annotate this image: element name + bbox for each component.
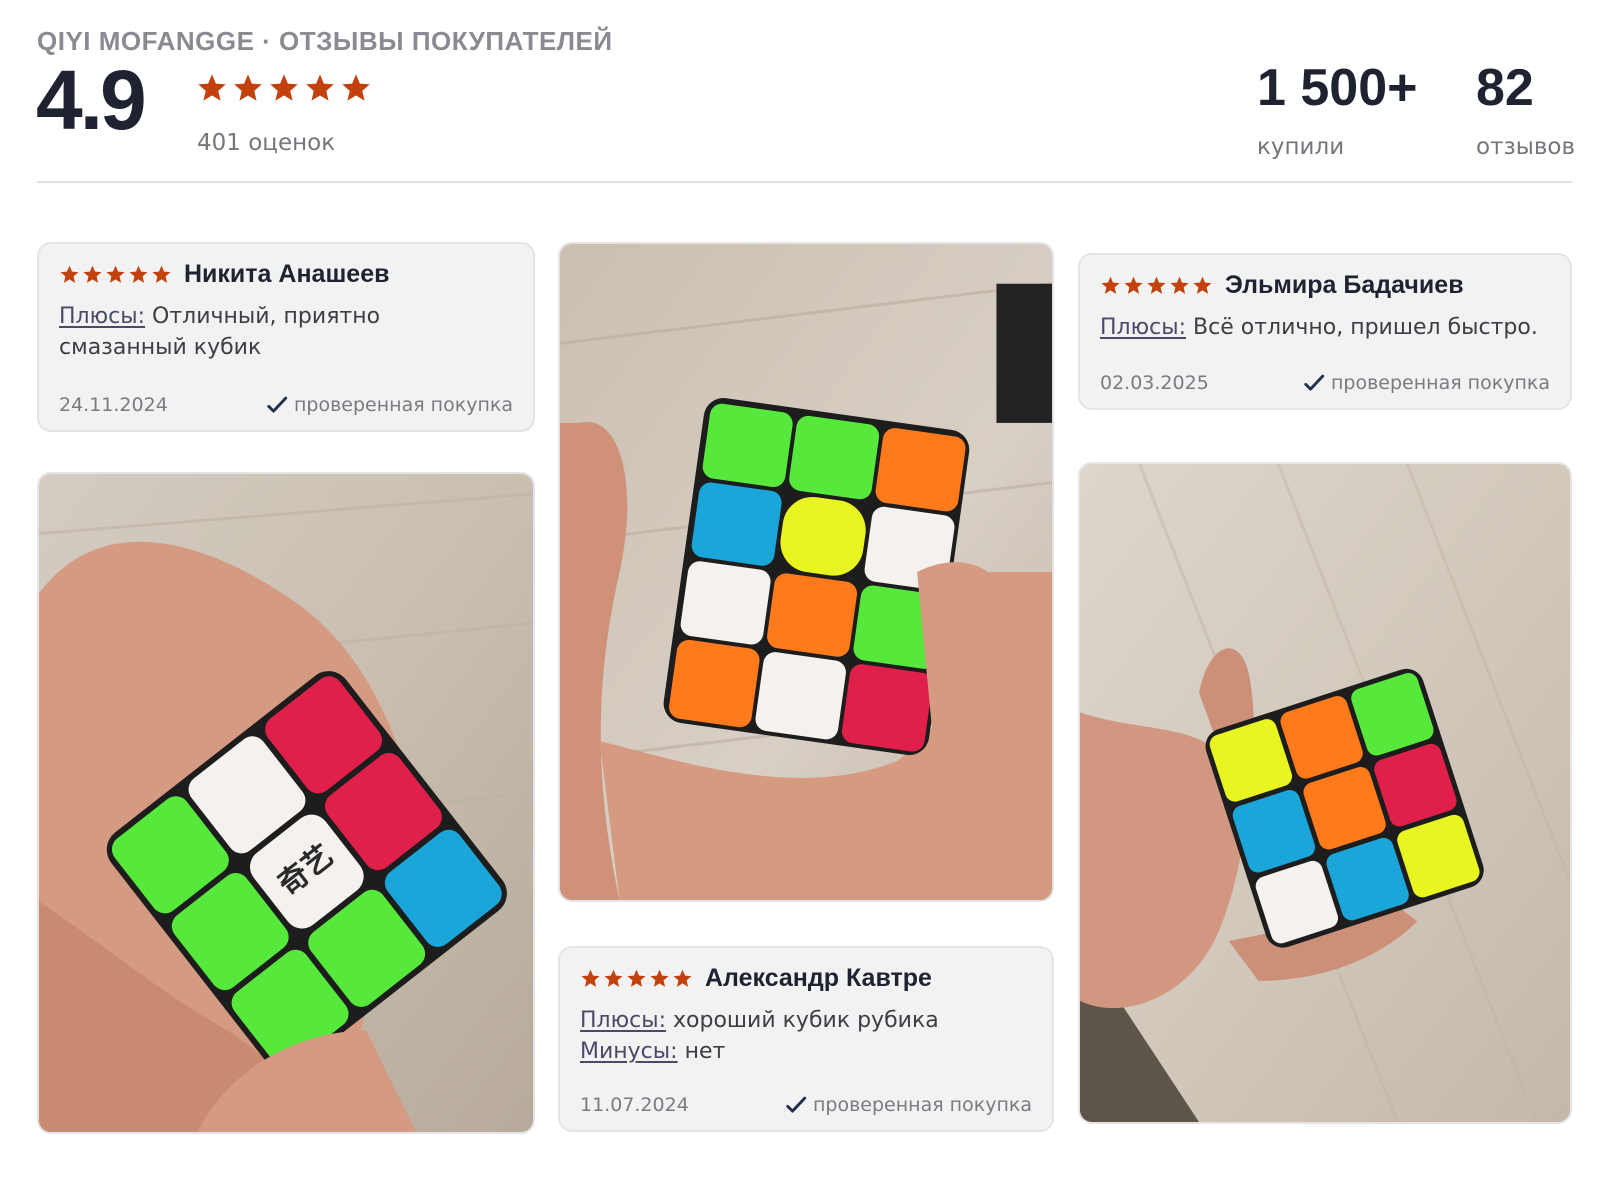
- star-icon: [649, 968, 670, 989]
- review-pros-cons: Плюсы: хороший кубик рубика Минусы: нет: [580, 1005, 1032, 1067]
- review-pros: Плюсы: хороший кубик рубика: [580, 1005, 1032, 1036]
- pros-label: Плюсы:: [1100, 315, 1187, 340]
- star-icon: [59, 264, 80, 285]
- cube-photo-image: 奇艺: [39, 474, 533, 1132]
- star-icon: [626, 968, 647, 989]
- checkmark-icon: [266, 394, 288, 416]
- review-author: Никита Анашеев: [184, 260, 390, 288]
- cons-text: нет: [684, 1039, 726, 1064]
- average-stars: [196, 72, 372, 104]
- star-icon: [232, 72, 264, 104]
- stat-bought: 1 500+ купили: [1257, 62, 1418, 160]
- review-cons: Минусы: нет: [580, 1036, 1032, 1067]
- review-stars: [580, 968, 693, 989]
- stat-reviews: 82 отзывов: [1476, 62, 1575, 160]
- star-icon: [128, 264, 149, 285]
- verified-badge: проверенная покупка: [1303, 372, 1550, 394]
- review-card-3[interactable]: Александр Кавтре Плюсы: хороший кубик ру…: [558, 946, 1054, 1132]
- star-icon: [1100, 275, 1121, 296]
- review-card-1[interactable]: Никита Анашеев Плюсы: Отличный, приятно …: [37, 242, 535, 432]
- verified-label: проверенная покупка: [812, 1094, 1032, 1116]
- pros-label: Плюсы:: [580, 1008, 667, 1033]
- checkmark-icon: [1303, 372, 1325, 394]
- review-pros: Плюсы: Отличный, приятно смазанный кубик: [59, 301, 513, 363]
- stat-bought-label: купили: [1257, 134, 1345, 160]
- star-icon: [580, 968, 601, 989]
- star-icon: [340, 72, 372, 104]
- star-icon: [268, 72, 300, 104]
- review-author: Александр Кавтре: [705, 964, 932, 992]
- star-icon: [151, 264, 172, 285]
- review-date: 24.11.2024: [59, 394, 168, 416]
- verified-badge: проверенная покупка: [785, 1094, 1032, 1116]
- star-icon: [105, 264, 126, 285]
- review-photo-1[interactable]: 奇艺: [37, 472, 535, 1134]
- ratings-count: 401 оценок: [197, 130, 336, 156]
- stat-reviews-label: отзывов: [1476, 134, 1576, 160]
- checkmark-icon: [785, 1094, 807, 1116]
- star-icon: [672, 968, 693, 989]
- star-icon: [304, 72, 336, 104]
- cube-photo-image: [1080, 464, 1570, 1122]
- review-stars: [59, 264, 172, 285]
- header-divider: [37, 181, 1572, 183]
- review-photo-2[interactable]: [558, 242, 1054, 902]
- stat-bought-value: 1 500+: [1257, 59, 1418, 117]
- verified-label: проверенная покупка: [293, 394, 513, 416]
- pros-label: Плюсы:: [59, 304, 146, 329]
- cube-photo-image: [560, 244, 1052, 900]
- star-icon: [1192, 275, 1213, 296]
- pros-text: хороший кубик рубика: [673, 1008, 939, 1033]
- star-icon: [196, 72, 228, 104]
- verified-badge: проверенная покупка: [266, 394, 513, 416]
- cons-label: Минусы:: [580, 1039, 678, 1064]
- review-photo-3[interactable]: [1078, 462, 1572, 1124]
- star-icon: [603, 968, 624, 989]
- star-icon: [1146, 275, 1167, 296]
- review-card-2[interactable]: Эльмира Бадачиев Плюсы: Всё отлично, при…: [1078, 253, 1572, 410]
- average-score: 4.9: [36, 53, 147, 147]
- star-icon: [1123, 275, 1144, 296]
- review-date: 11.07.2024: [580, 1094, 689, 1116]
- stat-reviews-value: 82: [1476, 59, 1534, 117]
- review-date: 02.03.2025: [1100, 372, 1209, 394]
- verified-label: проверенная покупка: [1330, 372, 1550, 394]
- review-author: Эльмира Бадачиев: [1225, 271, 1464, 299]
- review-pros: Плюсы: Всё отлично, пришел быстро.: [1100, 312, 1550, 343]
- star-icon: [1169, 275, 1190, 296]
- star-icon: [82, 264, 103, 285]
- pros-text: Всё отлично, пришел быстро.: [1193, 315, 1538, 340]
- review-stars: [1100, 275, 1213, 296]
